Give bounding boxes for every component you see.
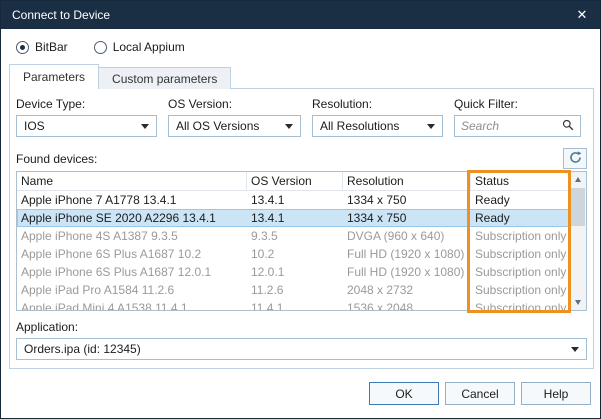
application-label: Application: [16,320,587,334]
close-icon[interactable]: ✕ [564,1,600,29]
refresh-button[interactable] [563,148,587,169]
cell-status: Subscription only [471,229,569,243]
radio-local-appium-label: Local Appium [113,40,185,54]
radio-bitbar-label: BitBar [35,40,68,54]
table-row[interactable]: Apple iPad Mini 4 A1538 11.4.1 11.4.1 15… [17,299,569,310]
os-version-value: All OS Versions [176,119,259,133]
cell-status: Subscription only [471,265,569,279]
table-row[interactable]: Apple iPhone 6S Plus A1687 10.2 10.2 Ful… [17,245,569,263]
resolution-select[interactable]: All Resolutions [312,115,443,137]
chevron-down-icon [285,124,293,129]
resolution-filter: Resolution: All Resolutions [312,97,443,137]
cell-status: Subscription only [471,283,569,297]
cell-resolution: 1334 x 750 [343,193,471,207]
cell-resolution: 2048 x 2732 [343,283,471,297]
search-icon [562,119,574,134]
os-version-label: OS Version: [168,97,301,111]
cell-os-version: 12.0.1 [247,265,343,279]
devices-table-columns: Name OS Version Resolution Status Apple … [17,172,569,310]
quick-filter-label: Quick Filter: [454,97,581,111]
cell-name: Apple iPhone SE 2020 A2296 13.4.1 [17,211,247,225]
cell-resolution: DVGA (960 x 640) [343,229,471,243]
tab-parameters[interactable]: Parameters [9,64,99,89]
device-type-filter: Device Type: IOS [16,97,157,137]
tab-bar: Parameters Custom parameters [9,64,231,89]
found-devices-row: Found devices: [16,148,587,169]
cell-status: Ready [471,193,569,207]
column-header-name[interactable]: Name [17,172,247,190]
help-button[interactable]: Help [521,382,591,405]
radio-local-appium[interactable]: Local Appium [94,40,185,54]
cell-name: Apple iPad Pro A1584 11.2.6 [17,283,247,297]
cell-os-version: 9.3.5 [247,229,343,243]
cell-status: Ready [471,211,569,225]
cell-name: Apple iPad Mini 4 A1538 11.4.1 [17,301,247,310]
cell-name: Apple iPhone 6S Plus A1687 12.0.1 [17,265,247,279]
column-header-resolution[interactable]: Resolution [343,172,471,190]
column-header-os-version[interactable]: OS Version [247,172,343,190]
devices-table-header: Name OS Version Resolution Status [17,172,569,191]
table-row[interactable]: Apple iPad Pro A1584 11.2.6 11.2.6 2048 … [17,281,569,299]
cell-resolution: 1334 x 750 [343,211,471,225]
cell-os-version: 10.2 [247,247,343,261]
chevron-down-icon [427,124,435,129]
os-version-filter: OS Version: All OS Versions [168,97,301,137]
cell-os-version: 13.4.1 [247,211,343,225]
vertical-scrollbar[interactable] [569,172,586,310]
application-select[interactable]: Orders.ipa (id: 12345) [16,338,587,360]
radio-unselected-icon [94,41,107,54]
radio-bitbar[interactable]: BitBar [16,40,68,54]
cell-name: Apple iPhone 6S Plus A1687 10.2 [17,247,247,261]
dialog-buttons: OK Cancel Help [369,382,591,405]
ok-button[interactable]: OK [369,382,439,405]
connection-mode-group: BitBar Local Appium [16,40,185,54]
found-devices-label: Found devices: [16,152,97,169]
quick-filter: Quick Filter: [454,97,581,137]
quick-filter-input[interactable] [461,119,562,133]
tab-custom-parameters[interactable]: Custom parameters [99,67,231,89]
column-header-status[interactable]: Status [471,172,569,190]
quick-filter-box [454,115,581,137]
cancel-button[interactable]: Cancel [445,382,515,405]
scroll-up-icon[interactable] [570,172,586,187]
application-value: Orders.ipa (id: 12345) [24,342,141,356]
device-type-value: IOS [24,119,45,133]
cell-os-version: 13.4.1 [247,193,343,207]
os-version-select[interactable]: All OS Versions [168,115,301,137]
scroll-down-icon[interactable] [570,295,586,310]
cell-name: Apple iPhone 7 A1778 13.4.1 [17,193,247,207]
cell-name: Apple iPhone 4S A1387 9.3.5 [17,229,247,243]
resolution-value: All Resolutions [320,119,399,133]
cell-status: Subscription only [471,247,569,261]
cell-resolution: Full HD (1920 x 1080) [343,247,471,261]
table-row[interactable]: Apple iPhone 6S Plus A1687 12.0.1 12.0.1… [17,263,569,281]
dialog-title: Connect to Device [12,8,564,22]
radio-selected-icon [16,41,29,54]
refresh-icon [569,151,582,167]
device-type-label: Device Type: [16,97,157,111]
device-type-select[interactable]: IOS [16,115,157,137]
cell-os-version: 11.2.6 [247,283,343,297]
table-row[interactable]: Apple iPhone 7 A1778 13.4.1 13.4.1 1334 … [17,191,569,209]
table-row-selected[interactable]: Apple iPhone SE 2020 A2296 13.4.1 13.4.1… [17,209,569,227]
cell-os-version: 11.4.1 [247,301,343,310]
table-row[interactable]: Apple iPhone 4S A1387 9.3.5 9.3.5 DVGA (… [17,227,569,245]
connect-to-device-dialog: Connect to Device ✕ BitBar Local Appium … [0,0,601,419]
chevron-down-icon [141,124,149,129]
parameters-panel: Device Type: IOS OS Version: All OS Vers… [9,88,594,369]
scrollbar-thumb[interactable] [571,188,585,226]
cell-resolution: Full HD (1920 x 1080) [343,265,471,279]
cell-resolution: 1536 x 2048 [343,301,471,310]
resolution-label: Resolution: [312,97,443,111]
devices-table: Name OS Version Resolution Status Apple … [16,171,587,311]
filter-row: Device Type: IOS OS Version: All OS Vers… [16,97,587,137]
chevron-down-icon [571,347,579,352]
cell-status: Subscription only [471,301,569,310]
titlebar: Connect to Device ✕ [1,1,600,29]
